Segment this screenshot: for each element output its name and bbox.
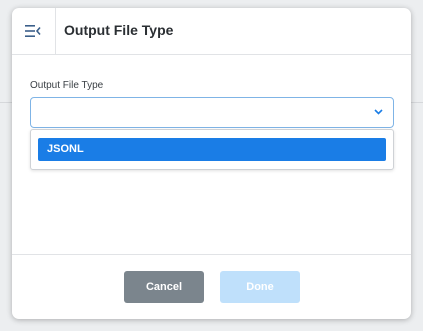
chevron-down-icon [374, 109, 383, 115]
output-file-type-select[interactable] [30, 97, 394, 128]
option-jsonl[interactable]: JSONL [38, 138, 386, 161]
output-file-type-dropdown: JSONL [30, 129, 394, 170]
done-button[interactable]: Done [220, 271, 300, 303]
cancel-button[interactable]: Cancel [124, 271, 204, 303]
output-file-type-dialog: Output File Type Output File Type JSONL … [12, 8, 411, 319]
dialog-header: Output File Type [12, 8, 411, 55]
collapse-menu-icon [25, 25, 41, 37]
dialog-footer: Cancel Done [12, 254, 411, 319]
collapse-menu-button[interactable] [12, 8, 56, 54]
dialog-title: Output File Type [64, 22, 174, 38]
output-file-type-label: Output File Type [30, 80, 104, 91]
